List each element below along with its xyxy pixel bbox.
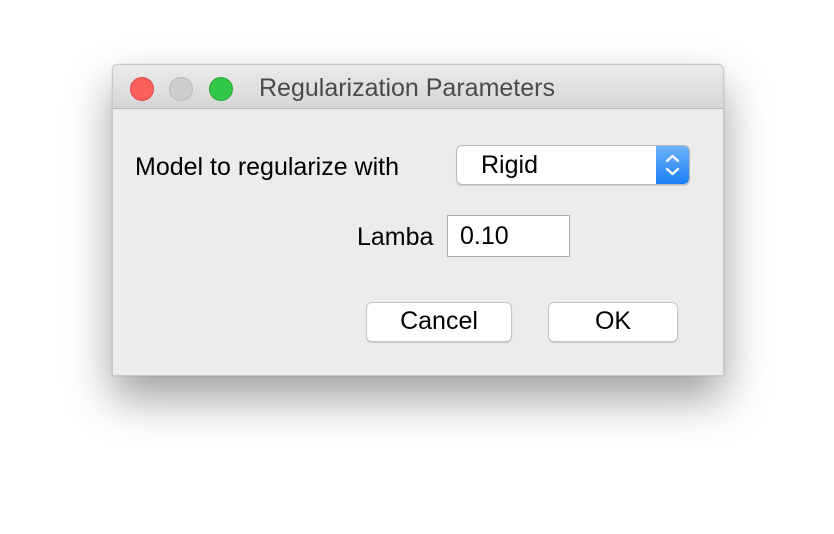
- model-select[interactable]: Rigid: [456, 145, 690, 185]
- model-label: Model to regularize with: [135, 153, 400, 181]
- regularization-dialog: Regularization Parameters Model to regul…: [112, 64, 724, 376]
- window-title: Regularization Parameters: [259, 74, 555, 102]
- close-icon[interactable]: [130, 77, 154, 101]
- cancel-button[interactable]: Cancel: [366, 302, 512, 342]
- minimize-icon[interactable]: [169, 77, 193, 101]
- zoom-icon[interactable]: [209, 77, 233, 101]
- updown-chevron-icon[interactable]: [656, 146, 689, 184]
- lambda-input[interactable]: [447, 215, 570, 257]
- lambda-label: Lamba: [357, 223, 434, 251]
- title-bar[interactable]: Regularization Parameters: [113, 65, 723, 109]
- model-select-value: Rigid: [481, 151, 538, 179]
- ok-button[interactable]: OK: [548, 302, 678, 342]
